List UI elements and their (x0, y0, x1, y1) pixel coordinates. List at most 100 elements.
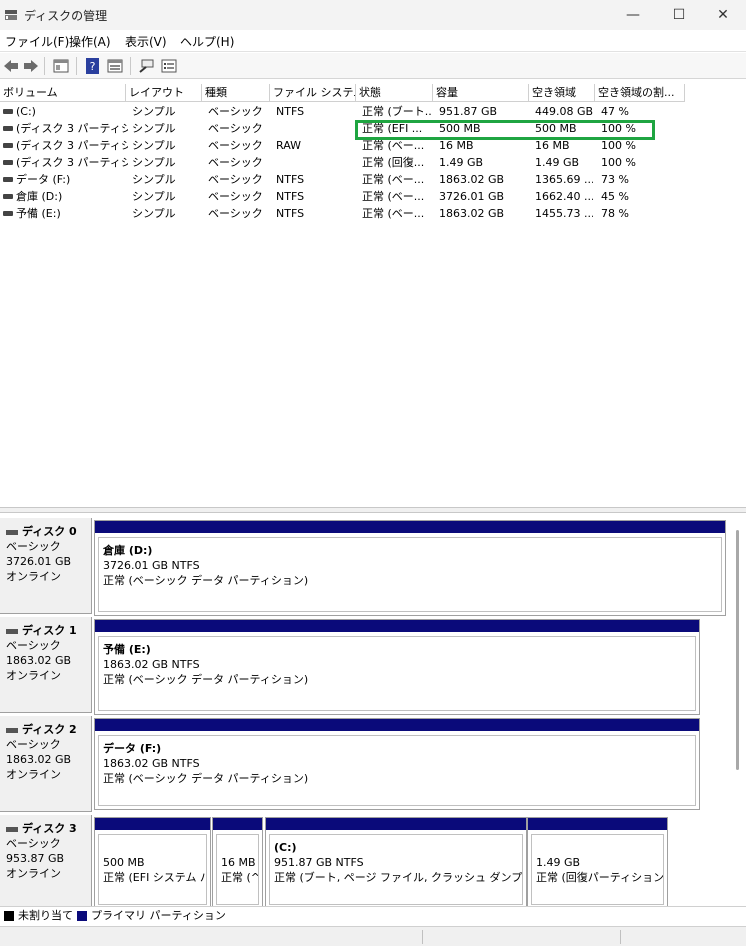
column-header[interactable]: ファイル システム (270, 84, 356, 102)
column-header[interactable]: 種類 (202, 84, 270, 102)
volume-icon (3, 160, 13, 165)
disk-label[interactable]: ディスク 0 ベーシック 3726.01 GB オンライン (0, 518, 92, 614)
view-icon[interactable] (106, 57, 124, 75)
partition-type-bar (95, 818, 210, 830)
partition-size: 16 MB (221, 856, 256, 869)
partition-details: データ (F:) 1863.02 GB NTFS 正常 (ベーシック データ パーテ… (98, 735, 696, 806)
partition-type-bar (95, 620, 699, 632)
partition-block[interactable]: 倉庫 (D:) 3726.01 GB NTFS 正常 (ベーシック データ パーティ… (94, 520, 726, 616)
disk-label[interactable]: ディスク 2 ベーシック 1863.02 GB オンライン (0, 716, 92, 812)
partition-block[interactable]: (C:) 951.87 GB NTFS 正常 (ブート, ページ ファイル, クラッ… (265, 817, 527, 909)
partition-block[interactable]: 500 MB 正常 (EFI システム パ (94, 817, 211, 909)
legend-unallocated-label: 未割り当て (18, 909, 73, 922)
volume-icon (3, 211, 13, 216)
volume-icon (3, 126, 13, 131)
volume-cell-capacity: 1863.02 GB (439, 207, 505, 220)
vertical-scrollbar[interactable] (736, 530, 739, 770)
list-icon[interactable] (160, 57, 178, 75)
partition-details: 16 MB 正常 (^ (216, 834, 259, 905)
partition-type-bar (213, 818, 262, 830)
volume-row[interactable]: 予備 (E:) シンプル ベーシック NTFS 正常 (ベー... 1863.02 GB 1… (0, 205, 746, 222)
partition-status: 正常 (ベーシック データ パーティション) (103, 673, 309, 686)
partition-details: 予備 (E:) 1863.02 GB NTFS 正常 (ベーシック データ パーティ… (98, 636, 696, 711)
volume-row[interactable]: データ (F:) シンプル ベーシック NTFS 正常 (ベー... 1863.02 GB… (0, 171, 746, 188)
partition-block[interactable]: 1.49 GB 正常 (回復パーティション) (527, 817, 668, 909)
legend-primary-label: プライマリ パーティション (91, 909, 226, 922)
partition-block[interactable]: 予備 (E:) 1863.02 GB NTFS 正常 (ベーシック データ パーティ… (94, 619, 700, 715)
disk-name: ディスク 2 (22, 723, 77, 736)
column-header[interactable]: ボリューム (0, 84, 126, 102)
partition-size: 951.87 GB NTFS (274, 856, 364, 869)
maximize-button[interactable]: ☐ (656, 0, 702, 30)
menu-file[interactable]: ファイル(F) (5, 33, 69, 50)
volume-cell-capacity: 951.87 GB (439, 105, 498, 118)
disk-state: オンライン (6, 768, 61, 781)
close-button[interactable]: ✕ (700, 0, 746, 30)
volume-row[interactable]: 倉庫 (D:) シンプル ベーシック NTFS 正常 (ベー... 3726.01 GB 1… (0, 188, 746, 205)
volume-icon (3, 143, 13, 148)
volume-cell-type: ベーシック (208, 139, 263, 152)
minimize-button[interactable]: — (610, 0, 656, 30)
column-header[interactable]: 空き領域 (529, 84, 595, 102)
volume-cell-pct: 47 % (601, 105, 629, 118)
disk-icon (6, 826, 18, 832)
partition-block[interactable]: データ (F:) 1863.02 GB NTFS 正常 (ベーシック データ パーテ… (94, 718, 700, 810)
volume-cell-name: 予備 (E:) (16, 207, 61, 220)
volume-cell-free: 1365.69 ... (535, 173, 593, 186)
volume-cell-status: 正常 (ベー... (362, 190, 425, 203)
svg-text:?: ? (90, 60, 96, 73)
disk-kind: ベーシック (6, 540, 61, 553)
disk-label[interactable]: ディスク 3 ベーシック 953.87 GB オンライン (0, 815, 92, 907)
disk-icon (6, 727, 18, 733)
disk-size: 1863.02 GB (6, 753, 72, 766)
partition-status: 正常 (回復パーティション) (536, 871, 664, 884)
partition-name: (C:) (274, 841, 297, 854)
menu-view[interactable]: 表示(V) (125, 33, 167, 50)
volume-cell-fs (276, 120, 354, 137)
volume-row[interactable]: (C:) シンプル ベーシック NTFS 正常 (ブート... 951.87 GB 449.… (0, 103, 746, 120)
partition-size: 1863.02 GB NTFS (103, 658, 200, 671)
volume-cell-pct: 100 % (601, 156, 636, 169)
volume-cell-capacity: 1.49 GB (439, 156, 484, 169)
pane-splitter[interactable] (0, 507, 746, 513)
disk-label[interactable]: ディスク 1 ベーシック 1863.02 GB オンライン (0, 617, 92, 713)
menu-action[interactable]: 操作(A) (69, 33, 111, 50)
toolbar-separator (44, 57, 45, 75)
connect-icon[interactable] (138, 57, 156, 75)
partition-block[interactable]: 16 MB 正常 (^ (212, 817, 263, 909)
volume-cell-free: 449.08 GB (535, 105, 593, 118)
volume-cell-status: 正常 (ベー... (362, 207, 425, 220)
volume-icon (3, 109, 13, 114)
status-bar (0, 926, 746, 946)
partition-details: 1.49 GB 正常 (回復パーティション) (531, 834, 664, 905)
volume-cell-status: 正常 (ブート... (362, 105, 431, 118)
properties-icon[interactable] (52, 57, 70, 75)
volume-cell-layout: シンプル (132, 122, 176, 135)
help-icon[interactable]: ? (84, 57, 102, 75)
volume-row[interactable]: (ディスク 3 パーティシ... シンプル ベーシック 正常 (回復... 1.49 G… (0, 154, 746, 171)
volume-cell-free: 1455.73 ... (535, 207, 593, 220)
volume-cell-fs: NTFS (276, 105, 305, 118)
column-header[interactable]: 状態 (356, 84, 433, 102)
disk-state: オンライン (6, 867, 61, 880)
volume-cell-fs: NTFS (276, 190, 305, 203)
column-header[interactable]: 空き領域の割... (595, 84, 685, 102)
volume-cell-capacity: 1863.02 GB (439, 173, 505, 186)
forward-icon[interactable] (22, 57, 40, 75)
disk-kind: ベーシック (6, 837, 61, 850)
volume-cell-type: ベーシック (208, 122, 263, 135)
volume-cell-type: ベーシック (208, 173, 263, 186)
menu-help[interactable]: ヘルプ(H) (180, 33, 234, 50)
legend: 未割り当て プライマリ パーティション (0, 906, 746, 924)
partition-name (221, 840, 258, 855)
column-header[interactable]: レイアウト (126, 84, 202, 102)
disk-kind: ベーシック (6, 738, 61, 751)
back-icon[interactable] (2, 57, 20, 75)
partition-size: 1.49 GB (536, 856, 581, 869)
volume-cell-pct: 78 % (601, 207, 629, 220)
disk-icon (6, 529, 18, 535)
column-header[interactable]: 容量 (433, 84, 529, 102)
volume-cell-name: (ディスク 3 パーティシ... (16, 156, 128, 169)
volume-cell-fs: RAW (276, 139, 301, 152)
volume-cell-fs: NTFS (276, 207, 305, 220)
